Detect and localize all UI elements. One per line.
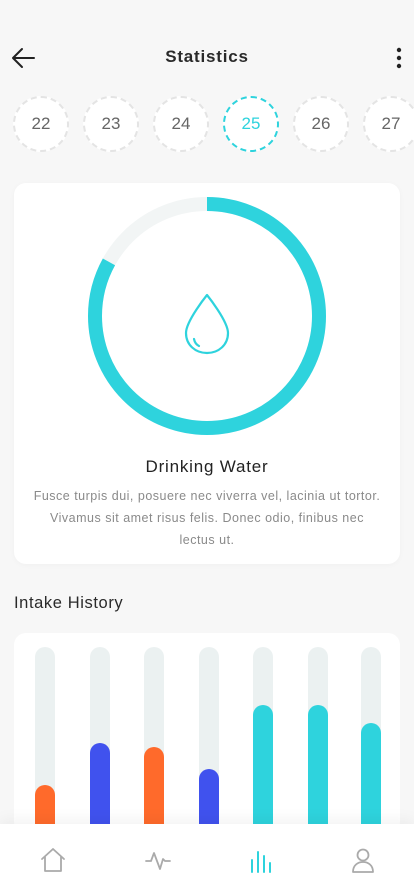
intake-history-title: Intake History (14, 594, 124, 612)
drinking-water-card: Drinking Water Fusce turpis dui, posuere… (14, 183, 400, 564)
date-label: 25 (241, 114, 261, 133)
intake-bar-track (90, 647, 110, 833)
tab-statistics[interactable] (247, 846, 275, 874)
tab-activity[interactable] (144, 846, 172, 874)
intake-bar (90, 743, 110, 833)
water-drop-icon (184, 293, 230, 355)
date-item[interactable]: 23 (83, 96, 139, 152)
tab-profile[interactable] (349, 846, 377, 874)
page-title: Statistics (165, 47, 249, 66)
intake-bar (308, 705, 328, 833)
date-label: 23 (101, 114, 121, 133)
water-title: Drinking Water (145, 457, 269, 476)
header: Statistics (0, 0, 414, 96)
date-item[interactable]: 27 (363, 96, 414, 152)
date-label: 26 (311, 114, 331, 133)
date-label: 22 (31, 114, 51, 133)
tab-home[interactable] (39, 846, 67, 874)
intake-bar-track (361, 647, 381, 833)
bottom-tab-bar (0, 824, 414, 896)
water-progress-ring (88, 197, 326, 435)
water-description: Fusce turpis dui, posuere nec viverra ve… (33, 489, 381, 547)
date-item[interactable]: 22 (13, 96, 69, 152)
date-label: 27 (381, 114, 401, 133)
intake-bar-track (308, 647, 328, 833)
intake-bar-track (199, 647, 219, 833)
user-icon (352, 848, 374, 873)
home-icon (41, 848, 65, 872)
date-selector: 22 23 24 25 26 27 (0, 96, 414, 156)
intake-bar (253, 705, 273, 833)
intake-bar-track (144, 647, 164, 833)
date-item[interactable]: 25 (223, 96, 279, 152)
date-item[interactable]: 26 (293, 96, 349, 152)
intake-bar-track (35, 647, 55, 833)
date-label: 24 (171, 114, 191, 133)
more-options-button[interactable] (392, 46, 406, 70)
more-vertical-icon (396, 47, 402, 69)
activity-icon (145, 852, 171, 870)
intake-bar (144, 747, 164, 833)
intake-bar-track (253, 647, 273, 833)
date-item[interactable]: 24 (153, 96, 209, 152)
intake-bar (361, 723, 381, 833)
intake-history-card (14, 633, 400, 833)
bar-chart-icon (251, 851, 271, 873)
